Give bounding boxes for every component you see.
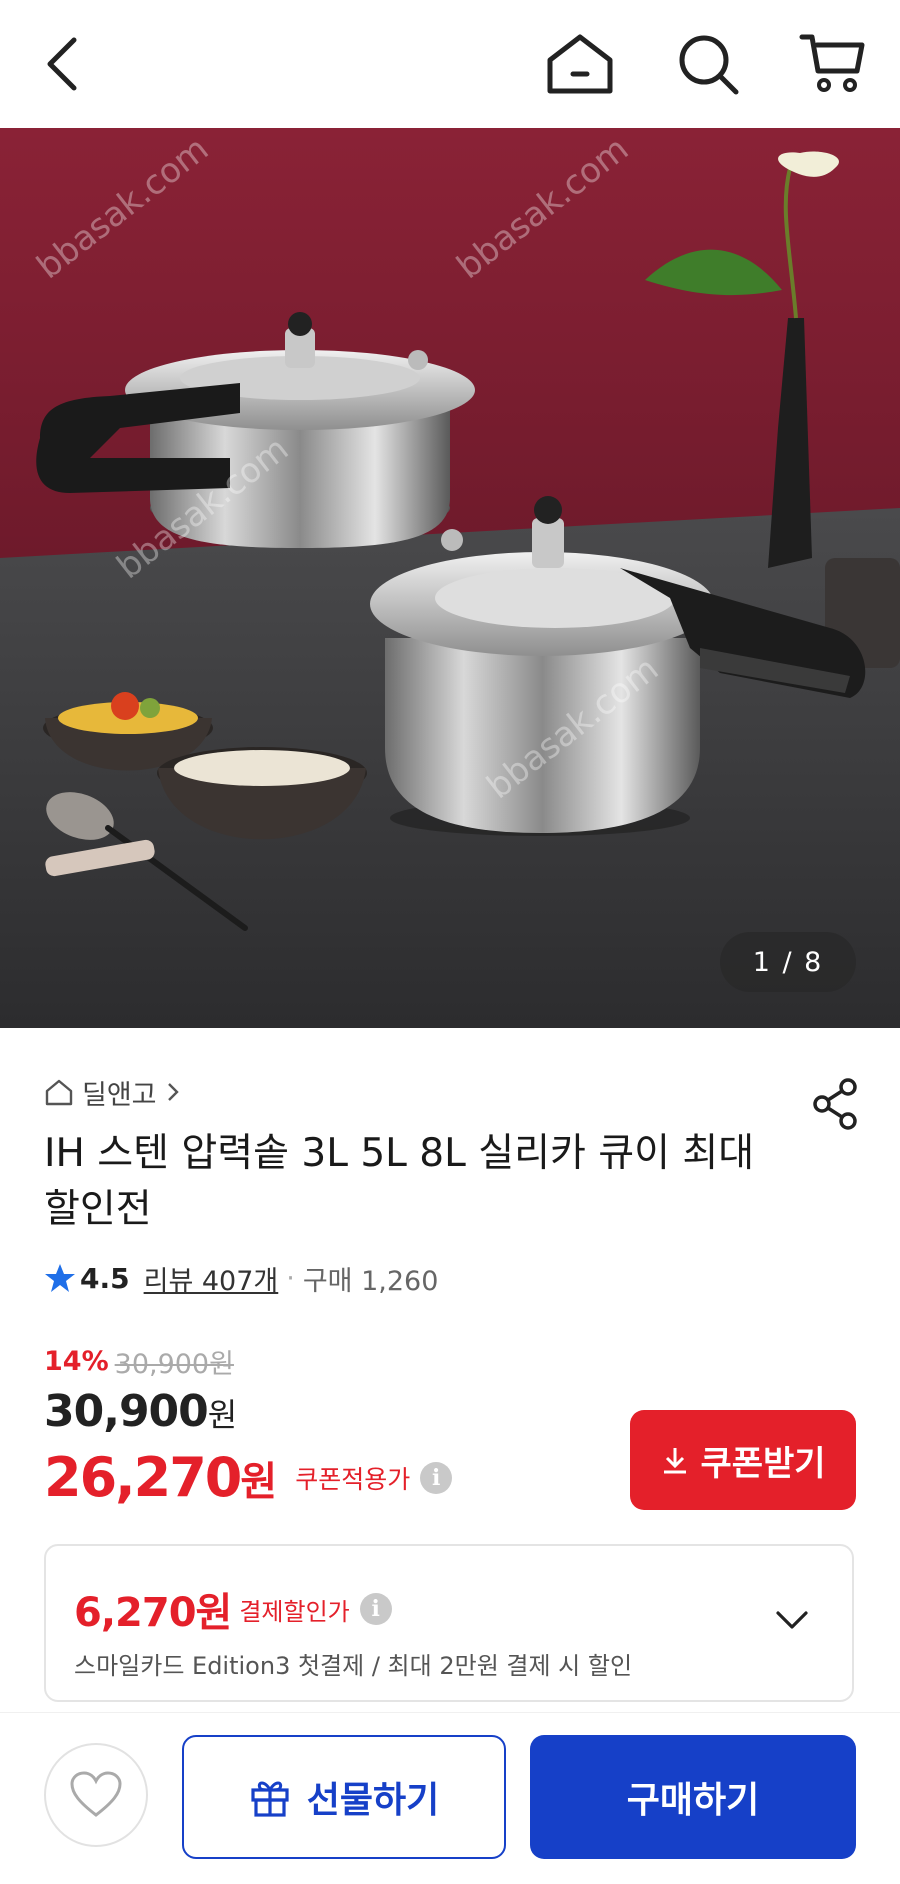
store-name: 딜앤고 xyxy=(82,1079,157,1111)
cart-icon xyxy=(799,34,865,92)
coupon-price: 26,270 원 쿠폰적용가 i xyxy=(44,1446,453,1509)
sale-price-value: 30,900 xyxy=(44,1386,209,1437)
home-icon xyxy=(547,34,613,94)
rating-row: 4.5 리뷰 407개 · 구매 1,260 xyxy=(44,1256,438,1300)
home-button[interactable] xyxy=(536,22,624,106)
download-icon xyxy=(664,1448,687,1474)
original-price: 30,900원 xyxy=(114,1349,234,1380)
home-outline-icon xyxy=(45,1079,73,1106)
chevron-left-icon xyxy=(47,37,77,91)
payment-discount-value: 6,270원 xyxy=(74,1590,232,1636)
sale-price: 30,900원 xyxy=(44,1386,237,1437)
top-navigation-bar xyxy=(0,0,900,128)
coupon-price-unit: 원 xyxy=(240,1458,278,1505)
chevron-down-icon[interactable] xyxy=(772,1600,812,1640)
payment-discount-description: 스마일카드 Edition3 첫결제 / 최대 2만원 결제 시 할인 xyxy=(74,1652,633,1680)
info-icon[interactable]: i xyxy=(359,1593,392,1625)
image-counter: 1 / 8 xyxy=(720,932,856,992)
rating-score: 4.5 xyxy=(80,1261,130,1295)
coupon-price-label: 쿠폰적용가 xyxy=(295,1464,411,1494)
gift-icon xyxy=(251,1781,289,1817)
store-link[interactable]: 딜앤고 xyxy=(44,1072,181,1112)
review-link[interactable]: 리뷰 407개 xyxy=(144,1259,279,1298)
gift-label: 선물하기 xyxy=(306,1780,440,1821)
share-button[interactable] xyxy=(808,1076,864,1132)
cart-button[interactable] xyxy=(788,22,876,106)
back-button[interactable] xyxy=(18,22,106,106)
product-title: IH 스텐 압력솥 3L 5L 8L 실리카 큐이 최대 할인전 xyxy=(44,1131,755,1232)
get-coupon-button[interactable]: 쿠폰받기 xyxy=(630,1410,856,1510)
heart-icon xyxy=(70,1771,122,1817)
product-image-gallery[interactable]: bbasak.com bbasak.com bbasak.com bbasak.… xyxy=(0,128,900,1028)
chevron-right-icon xyxy=(167,1083,179,1101)
gift-button[interactable]: 선물하기 xyxy=(182,1735,506,1859)
buy-label: 구매하기 xyxy=(626,1780,760,1821)
star-icon xyxy=(45,1264,75,1292)
share-icon xyxy=(813,1078,857,1130)
wishlist-button[interactable] xyxy=(44,1743,148,1847)
payment-discount-card[interactable]: 6,270원 결제할인가 i 스마일카드 Edition3 첫결제 / 최대 2… xyxy=(44,1544,854,1702)
discount-line: 14% 30,900원 xyxy=(44,1342,234,1381)
payment-discount-amount: 6,270원 결제할인가 i xyxy=(74,1580,392,1638)
get-coupon-label: 쿠폰받기 xyxy=(700,1443,826,1484)
sale-price-unit: 원 xyxy=(207,1396,237,1434)
search-button[interactable] xyxy=(664,22,752,106)
bottom-action-bar: 선물하기 구매하기 xyxy=(0,1712,900,1884)
separator-dot: · xyxy=(286,1262,295,1294)
purchase-count: 구매 1,260 xyxy=(302,1265,439,1297)
coupon-price-value: 26,270 xyxy=(44,1446,242,1509)
discount-rate: 14% xyxy=(44,1346,109,1377)
payment-discount-label: 결제할인가 xyxy=(239,1597,350,1626)
buy-button[interactable]: 구매하기 xyxy=(530,1735,856,1859)
search-icon xyxy=(679,35,739,95)
info-icon[interactable]: i xyxy=(420,1461,453,1494)
